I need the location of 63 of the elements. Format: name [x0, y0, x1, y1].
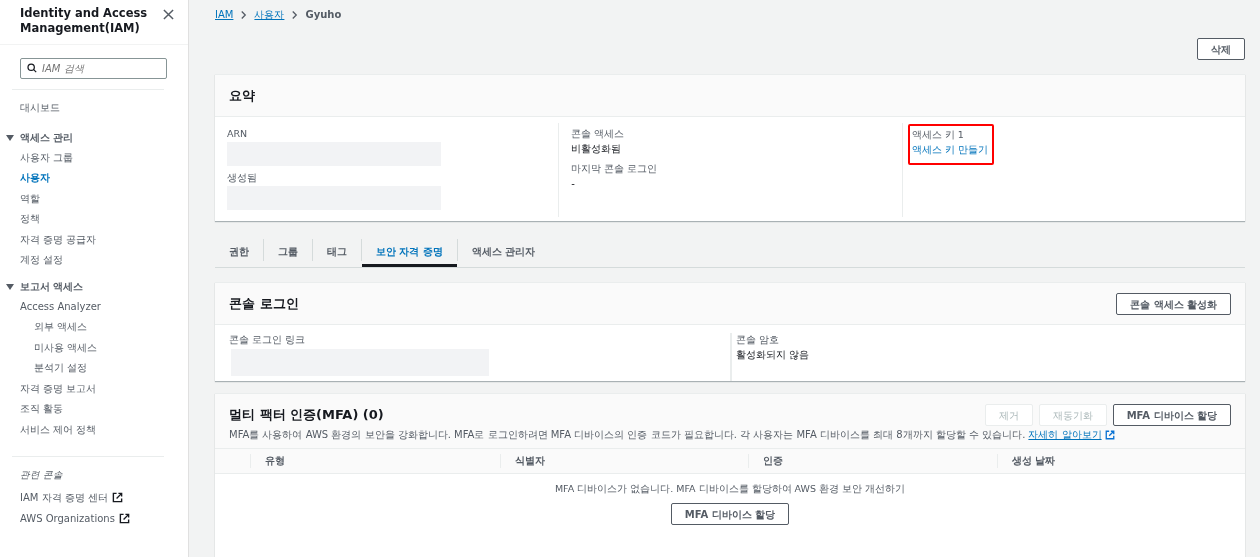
close-icon[interactable] — [163, 9, 174, 20]
external-link-icon — [111, 492, 123, 503]
tab[interactable]: 액세스 관리자 — [457, 239, 550, 267]
column-header: 인증 — [748, 454, 997, 468]
field-value: 활성화되지 않음 — [736, 348, 811, 362]
chevron-right-icon — [291, 9, 299, 20]
nav-link[interactable]: 조직 활동 — [20, 399, 176, 420]
create-access-key-link[interactable]: 액세스 키 만들기 — [911, 142, 988, 158]
field-label: 생성됨 — [227, 171, 258, 185]
related-consoles-heading: 관련 콘솔 — [20, 468, 65, 482]
mfa-action-button[interactable]: MFA 디바이스 할당 — [1112, 404, 1231, 426]
field-label: ARN — [227, 127, 249, 141]
nav-link[interactable]: 서비스 제어 정책 — [20, 419, 176, 440]
nav-link[interactable]: IAM 자격 증명 센터 — [20, 487, 108, 508]
delete-button[interactable]: 삭제 — [1197, 38, 1245, 60]
caret-down-icon — [6, 282, 14, 291]
nav-link[interactable]: 사용자 그룹 — [20, 147, 176, 168]
empty-message: MFA 디바이스가 없습니다. MFA 디바이스를 할당하여 AWS 환경 보안 개선하기 — [554, 483, 906, 496]
external-link-icon — [1104, 430, 1115, 440]
nav-link[interactable]: 자격 증명 공급자 — [20, 229, 176, 250]
breadcrumb-current: Gyuho — [305, 9, 342, 20]
card-title: 멀티 팩터 인증(MFA) (0) — [229, 406, 384, 424]
nav-section-toggle[interactable]: 액세스 관리 — [6, 127, 176, 148]
tab[interactable]: 태그 — [313, 239, 361, 267]
search-field[interactable]: IAM 검색 — [20, 58, 167, 79]
nav-link[interactable]: 사용자 — [20, 168, 176, 189]
field-label: 콘솔 암호 — [736, 333, 781, 347]
field-label: 콘솔 로그인 링크 — [229, 333, 307, 347]
tab[interactable]: 권한 — [215, 239, 263, 267]
card-title: 요약 — [229, 86, 255, 105]
breadcrumb-link[interactable]: IAM — [215, 9, 234, 20]
nav-link[interactable]: Access Analyzer — [20, 296, 176, 317]
nav-link[interactable]: 외부 액세스 — [20, 317, 176, 338]
nav-link[interactable]: 미사용 액세스 — [20, 337, 176, 358]
external-link-icon — [118, 513, 130, 524]
nav-link[interactable]: AWS Organizations — [20, 508, 115, 529]
field-label: 마지막 콘솔 로그인 — [571, 162, 658, 176]
nav-link[interactable]: 자격 증명 보고서 — [20, 378, 176, 399]
description-text: MFA를 사용하여 AWS 환경의 보안을 강화합니다. MFA로 로그인하려면 MFA 디바이스의 인증 코드가 필요합니다. 각 사용자는 MFA 디바이스를 최대 8개까지 할당할 수 있습니다. — [229, 428, 1026, 442]
assign-mfa-button[interactable]: MFA 디바이스 할당 — [670, 503, 790, 525]
tab[interactable]: 보안 자격 증명 — [362, 239, 457, 267]
sidebar-title: Identity and Access Management(IAM) — [20, 6, 149, 36]
nav-link[interactable]: 역할 — [20, 188, 176, 209]
nav-link[interactable]: 정책 — [20, 209, 176, 230]
column-header: 생성 날짜 — [996, 454, 1245, 468]
nav-link[interactable]: 계정 설정 — [20, 250, 176, 271]
field-label: 액세스 키 1 — [911, 128, 965, 142]
caret-down-icon — [6, 133, 14, 142]
nav-link[interactable]: 분석기 설정 — [20, 358, 176, 379]
nav-link[interactable]: 대시보드 — [20, 98, 176, 119]
field-value: - — [571, 177, 576, 191]
search-icon — [27, 62, 37, 73]
learn-more-link[interactable]: 자세히 알아보기 — [1028, 428, 1102, 442]
chevron-right-icon — [240, 9, 248, 20]
column-header: 식별자 — [499, 454, 748, 468]
tab[interactable]: 그룹 — [264, 239, 312, 267]
card-title: 콘솔 로그인 — [229, 294, 299, 313]
enable-console-access-button[interactable]: 콘솔 액세스 활성화 — [1116, 292, 1231, 315]
column-header: 유형 — [264, 454, 286, 468]
nav-section-toggle[interactable]: 보고서 액세스 — [6, 276, 176, 297]
field-value: 비활성화됨 — [571, 142, 623, 156]
breadcrumb-link[interactable]: 사용자 — [254, 7, 285, 22]
field-label: 콘솔 액세스 — [571, 127, 626, 141]
